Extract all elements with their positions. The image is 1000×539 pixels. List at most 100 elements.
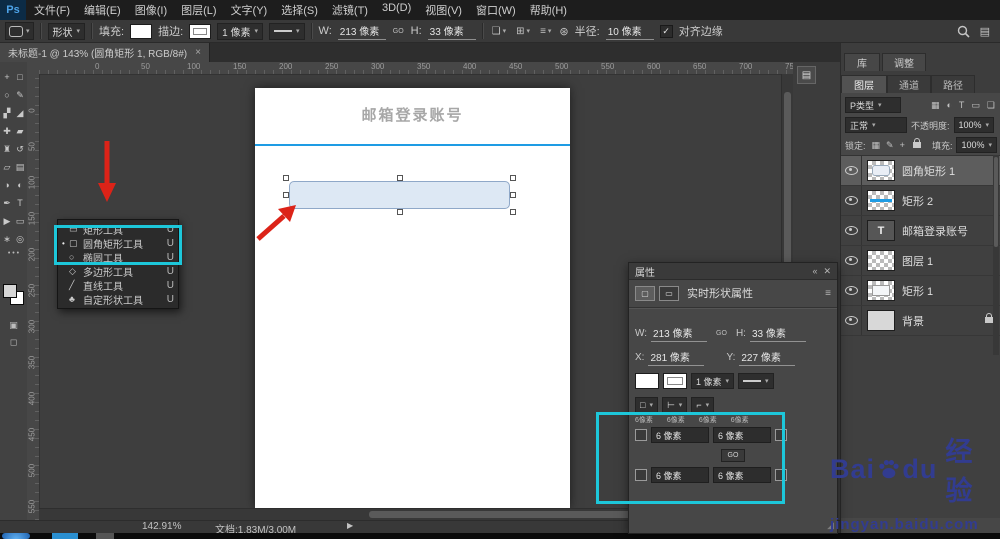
- hand-tool[interactable]: ∗: [1, 232, 14, 246]
- menu-item[interactable]: 文件(F): [34, 2, 70, 18]
- menu-item[interactable]: 编辑(E): [84, 2, 121, 18]
- path-arrange-dropdown[interactable]: ≡ ▾: [538, 26, 553, 37]
- zoom-tool[interactable]: ◎: [14, 232, 27, 246]
- radius-top-left-input[interactable]: 6 像素: [651, 427, 709, 443]
- layer-row[interactable]: T 邮箱登录账号: [841, 216, 1000, 246]
- geometry-options-gear-icon[interactable]: ⊛: [559, 25, 568, 38]
- vertical-ruler[interactable]: 0 50 100 150 200 250 300 350 400 450 500 550: [27, 74, 40, 520]
- opacity-select[interactable]: 100% ▾: [953, 117, 995, 133]
- fill-swatch[interactable]: [635, 373, 659, 389]
- foreground-background-swatches[interactable]: [3, 284, 25, 306]
- layer-row[interactable]: 矩形 2: [841, 186, 1000, 216]
- stroke-caps-select[interactable]: ⊢ ▾: [661, 397, 688, 413]
- filter-icon[interactable]: ▭: [969, 100, 982, 111]
- layer-row[interactable]: 圆角矩形 1: [841, 156, 1000, 186]
- path-select-tool[interactable]: ▶: [1, 214, 14, 228]
- tools-more[interactable]: • • •: [0, 250, 27, 257]
- lock-all-icon[interactable]: [912, 138, 921, 148]
- tab-channels[interactable]: 通道: [887, 75, 931, 93]
- quick-mask-icon[interactable]: ▣: [0, 320, 27, 331]
- corner-bottom-left-icon[interactable]: [635, 469, 647, 481]
- stroke-style-select[interactable]: ▾: [269, 22, 305, 40]
- y-input[interactable]: 227 像素: [739, 349, 796, 366]
- start-button[interactable]: [2, 533, 30, 539]
- flyout-item-custom-shape-tool[interactable]: ♣ 自定形状工具 U: [58, 292, 178, 307]
- link-radius-button[interactable]: GO: [720, 449, 746, 462]
- handle-top-center[interactable]: [396, 175, 403, 181]
- radius-bottom-right-input[interactable]: 6 像素: [713, 467, 771, 483]
- stroke-swatch[interactable]: [189, 23, 212, 39]
- search-icon[interactable]: [957, 25, 970, 38]
- dodge-tool[interactable]: ◐: [14, 178, 27, 192]
- path-operations-dropdown[interactable]: ❏ ▾: [490, 26, 508, 37]
- fill-swatch[interactable]: [130, 23, 153, 39]
- tool-mode-select[interactable]: 形状 ▾: [47, 22, 86, 40]
- visibility-toggle[interactable]: [841, 156, 862, 185]
- flyout-item-line-tool[interactable]: ╱ 直线工具 U: [58, 278, 178, 293]
- visibility-toggle[interactable]: [841, 276, 862, 305]
- handle-top-right[interactable]: [510, 175, 516, 181]
- flyout-item-rectangle-tool[interactable]: ▭ 矩形工具 U: [58, 222, 178, 237]
- menu-item[interactable]: 视图(V): [425, 2, 462, 18]
- crop-tool[interactable]: ▞: [1, 106, 14, 120]
- close-icon[interactable]: ✕: [823, 266, 831, 277]
- layer-row[interactable]: 图层 1: [841, 246, 1000, 276]
- layer-row[interactable]: 矩形 1: [841, 276, 1000, 306]
- tab-layers[interactable]: 图层: [841, 75, 887, 93]
- menu-item[interactable]: 图像(I): [135, 2, 167, 18]
- rounded-rectangle-shape[interactable]: [283, 175, 516, 215]
- height-input[interactable]: 33 像素: [749, 325, 806, 342]
- tool-preset-dropdown[interactable]: ▾: [5, 22, 34, 40]
- lock-option-icon[interactable]: ▦: [870, 140, 883, 151]
- filter-icon[interactable]: ◐: [944, 100, 953, 111]
- radius-input[interactable]: 10 像素: [605, 23, 654, 40]
- link-dimensions-icon[interactable]: GO: [392, 28, 405, 35]
- shape-tool[interactable]: ▭: [14, 214, 27, 228]
- document-tab[interactable]: 未标题-1 @ 143% (圆角矩形 1, RGB/8#) ×: [0, 43, 210, 62]
- gradient-tool[interactable]: ▤: [14, 160, 27, 174]
- handle-bottom-left[interactable]: [283, 209, 289, 215]
- scrollbar-thumb[interactable]: [994, 157, 998, 247]
- properties-panel-icon[interactable]: ▤: [797, 66, 816, 84]
- quick-select-tool[interactable]: ✎: [14, 88, 27, 102]
- link-dimensions-icon[interactable]: GO: [715, 330, 728, 337]
- panel-resize-grip[interactable]: ◢: [827, 520, 834, 531]
- menu-item[interactable]: 滤镜(T): [332, 2, 368, 18]
- lasso-tool[interactable]: ○: [1, 88, 14, 102]
- handle-middle-left[interactable]: [283, 192, 289, 198]
- tab-paths[interactable]: 路径: [931, 75, 975, 93]
- menu-item[interactable]: 图层(L): [181, 2, 216, 18]
- lock-option-icon[interactable]: +: [898, 140, 907, 151]
- stroke-width-select[interactable]: 1 像素 ▾: [217, 22, 264, 40]
- stroke-align-select[interactable]: □ ▾: [635, 397, 658, 413]
- menu-item[interactable]: 窗口(W): [476, 2, 516, 18]
- move-tool[interactable]: +: [1, 70, 14, 84]
- corner-top-right-icon[interactable]: [775, 429, 787, 441]
- stroke-style-select[interactable]: ▾: [738, 373, 774, 389]
- taskbar-app-2[interactable]: [96, 533, 114, 539]
- pathfinder-icon[interactable]: ▭: [659, 285, 679, 301]
- filter-icon[interactable]: ❏: [985, 100, 997, 111]
- layer-row[interactable]: 背景: [841, 306, 1000, 336]
- foreground-swatch[interactable]: [3, 284, 17, 298]
- status-expander-icon[interactable]: ▶: [347, 521, 353, 530]
- eyedropper-tool[interactable]: ◢: [14, 106, 27, 120]
- width-input[interactable]: 213 像素: [651, 325, 708, 342]
- visibility-toggle[interactable]: [841, 246, 862, 275]
- align-edges-checkbox[interactable]: ✓: [659, 24, 673, 38]
- filter-icon[interactable]: T: [957, 100, 967, 111]
- tab-libraries[interactable]: 库: [844, 53, 880, 71]
- scrollbar-thumb[interactable]: [784, 92, 791, 282]
- history-brush-tool[interactable]: ↺: [14, 142, 27, 156]
- flyout-item-ellipse-tool[interactable]: ○ 椭圆工具 U: [58, 250, 178, 265]
- horizontal-ruler[interactable]: 0 50 100 150 200 250 300 350 400 450 500 550 600 650 7…: [39, 62, 798, 75]
- scrollbar-thumb[interactable]: [369, 511, 639, 518]
- corner-top-left-icon[interactable]: [635, 429, 647, 441]
- marquee-tool[interactable]: □: [14, 70, 27, 84]
- workspace-icon[interactable]: ▤: [980, 25, 990, 38]
- menu-item[interactable]: 选择(S): [281, 2, 318, 18]
- stroke-corners-select[interactable]: ⌐ ▾: [691, 397, 715, 413]
- fill-opacity-select[interactable]: 100% ▾: [956, 137, 997, 153]
- taskbar-app-1[interactable]: [52, 533, 78, 539]
- flyout-item-polygon-tool[interactable]: ◇ 多边形工具 U: [58, 264, 178, 279]
